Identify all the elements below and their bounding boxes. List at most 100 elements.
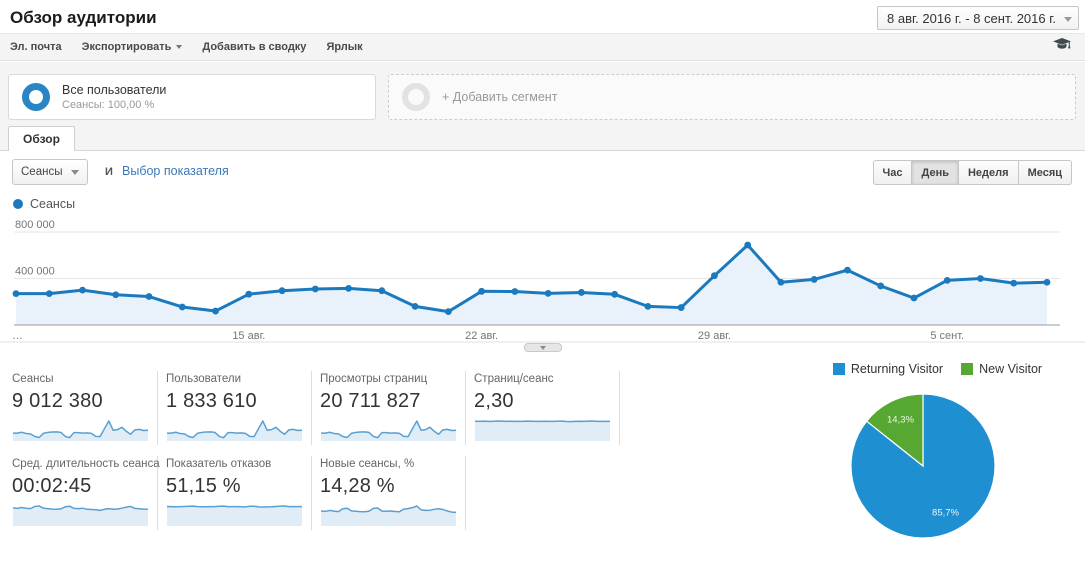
chevron-down-icon [540, 345, 546, 350]
metric-select-dropdown[interactable]: Сеансы [12, 159, 89, 185]
data-point[interactable] [544, 289, 552, 297]
segment-section: Все пользователи Сеансы: 100,00 % + Доба… [0, 62, 1085, 151]
sparkline-line [474, 420, 610, 423]
metric-value: 9 012 380 [12, 390, 103, 412]
segment-all-users[interactable]: Все пользователи Сеансы: 100,00 % [8, 74, 376, 120]
sparkline-area [13, 421, 148, 441]
x-axis-tick-label: 15 авг. [232, 330, 265, 342]
granularity-month-button[interactable]: Месяц [1018, 160, 1072, 185]
action-toolbar: Эл. почта Экспортировать Добавить в свод… [0, 33, 1085, 61]
data-point[interactable] [511, 288, 519, 295]
sparkline-area [167, 506, 302, 526]
data-point[interactable] [1010, 279, 1018, 287]
data-point[interactable] [910, 294, 918, 302]
sparkline-line [166, 505, 303, 508]
x-axis-tick-label: 22 авг. [465, 330, 498, 342]
metric-card-bounce-rate: Показатель отказов 51,15 % [158, 456, 312, 530]
y-axis-tick-label: 400 000 [15, 266, 55, 278]
page-title: Обзор аудитории [10, 8, 157, 27]
data-point[interactable] [245, 290, 253, 298]
sparkline-chart [474, 420, 610, 441]
metric-value: 1 833 610 [166, 390, 257, 412]
metric-card-new-sessions: Новые сеансы, % 14,28 % [312, 456, 466, 530]
sessions-area [16, 245, 1047, 325]
add-to-dashboard-button[interactable]: Добавить в сводку [202, 41, 306, 53]
data-point[interactable] [977, 275, 984, 282]
metric-card-sessions: Сеансы 9 012 380 [4, 371, 158, 445]
data-point[interactable] [810, 276, 818, 283]
timeline-scrubber-handle[interactable] [524, 343, 562, 352]
legend-item-returning-visitor: Returning Visitor [832, 362, 943, 376]
audience-overview-page: { "header": { "title": "Обзор аудитории"… [0, 0, 1085, 562]
visitor-type-pie-chart: 85,7% 14,3% [850, 393, 996, 539]
segment-subtitle: Сеансы: 100,00 % [62, 99, 155, 111]
data-point[interactable] [212, 307, 219, 315]
graduation-cap-icon [1053, 38, 1071, 49]
chevron-down-icon [1064, 17, 1072, 22]
segment-donut-icon [22, 83, 50, 111]
data-point[interactable] [145, 293, 153, 300]
metric-value: 2,30 [474, 390, 514, 412]
select-metric-link[interactable]: Выбор показателя [122, 164, 229, 178]
shortcut-button[interactable]: Ярлык [326, 41, 362, 53]
data-point[interactable] [112, 291, 120, 299]
data-point[interactable] [611, 290, 619, 298]
segment-ring-icon [402, 83, 430, 111]
intelligence-events-button[interactable] [1053, 38, 1071, 56]
legend-item-new-visitor: New Visitor [961, 362, 1042, 376]
data-point[interactable] [777, 278, 785, 286]
data-point[interactable] [744, 241, 752, 249]
data-point[interactable] [644, 303, 652, 310]
metric-row-2: Сред. длительность сеанса 00:02:45 Показ… [4, 456, 466, 530]
sparkline-chart [167, 420, 303, 441]
sparkline-chart [13, 420, 149, 441]
sparkline-area [321, 421, 456, 441]
chart-legend: Сеансы [13, 197, 75, 211]
data-point[interactable] [844, 266, 851, 274]
chevron-down-icon [176, 45, 183, 49]
data-point[interactable] [45, 290, 53, 298]
data-point[interactable] [677, 304, 685, 311]
sparkline-chart [12, 505, 149, 526]
chart-legend-label: Сеансы [30, 197, 76, 211]
add-segment-button[interactable]: + Добавить сегмент [388, 74, 1076, 120]
granularity-week-button[interactable]: Неделя [958, 160, 1019, 185]
date-range-selector[interactable]: 8 авг. 2016 г. - 8 сент. 2016 г. [877, 6, 1079, 30]
data-point[interactable] [345, 284, 352, 292]
segment-title: Все пользователи [62, 83, 167, 97]
sessions-timeline-chart: 400 000 800 000 … 15 авг. 22 авг. 29 авг. 5 се… [0, 219, 1085, 343]
data-point[interactable] [577, 289, 585, 296]
data-point[interactable] [79, 286, 86, 294]
y-axis-tick-label: 800 000 [15, 219, 55, 231]
granularity-day-button[interactable]: День [912, 160, 959, 185]
metric-card-users: Пользователи 1 833 610 [158, 371, 312, 445]
x-axis-tick-label: 29 авг. [698, 330, 731, 342]
metric-card-pages-per-session: Страниц/сеанс 2,30 [466, 371, 620, 445]
sparkline-chart [321, 420, 457, 441]
data-point[interactable] [411, 303, 419, 310]
data-point[interactable] [12, 290, 20, 298]
data-point[interactable] [278, 287, 286, 295]
email-button[interactable]: Эл. почта [10, 41, 62, 53]
granularity-hour-button[interactable]: Час [872, 160, 913, 185]
metric-value: 00:02:45 [12, 475, 92, 497]
add-segment-label: + Добавить сегмент [442, 90, 558, 104]
x-axis-tick-label: … [12, 330, 23, 342]
data-point[interactable] [478, 287, 486, 295]
data-point[interactable] [877, 282, 885, 290]
data-point[interactable] [178, 303, 186, 311]
tab-overview[interactable]: Обзор [8, 126, 75, 151]
metric-card-avg-session-duration: Сред. длительность сеанса 00:02:45 [4, 456, 160, 530]
data-point[interactable] [311, 285, 319, 293]
data-point[interactable] [1043, 278, 1051, 286]
data-point[interactable] [943, 276, 951, 284]
metric-select-value: Сеансы [21, 166, 63, 178]
sparkline-chart [166, 505, 303, 526]
sparkline-area [475, 421, 610, 441]
export-button[interactable]: Экспортировать [82, 41, 183, 53]
data-point[interactable] [378, 287, 386, 295]
data-point[interactable] [711, 272, 718, 280]
data-point[interactable] [444, 308, 452, 316]
legend-swatch-icon [832, 363, 845, 375]
granularity-button-group: Час День Неделя Месяц [872, 160, 1072, 185]
